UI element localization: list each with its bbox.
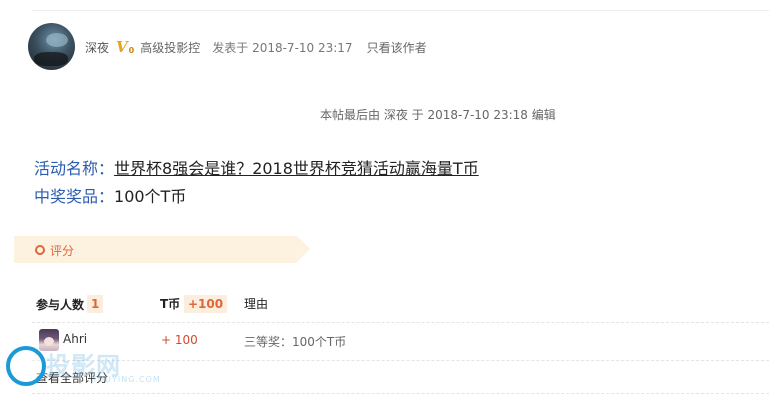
rating-banner: 评分: [14, 236, 310, 263]
vip-badge-level: 0: [128, 46, 135, 55]
avatar-highlight: [46, 33, 68, 47]
user-level[interactable]: 高级投影控: [140, 39, 200, 56]
rating-row-divider: [32, 360, 769, 361]
post-timestamp: 发表于 2018-7-10 23:17: [212, 40, 353, 55]
rater-score: + 100: [161, 333, 198, 347]
activity-label: 活动名称：: [34, 159, 115, 178]
rating-row-divider: [32, 322, 769, 323]
author-avatar[interactable]: [28, 23, 75, 70]
rater-name[interactable]: Ahri: [63, 332, 87, 346]
avatar-shadow: [34, 52, 68, 66]
prize-value: 100个T币: [114, 187, 187, 206]
rating-circle-icon: [35, 245, 45, 255]
participants-label: 参与人数: [36, 297, 85, 312]
rating-footer-divider: [32, 393, 769, 394]
vip-badge-icon: V 0: [116, 38, 135, 56]
rating-banner-label: 评分: [50, 244, 75, 258]
rater-avatar[interactable]: [39, 329, 59, 351]
participants-count-badge: 1: [87, 295, 104, 313]
vip-badge-letter: V: [116, 38, 128, 56]
reason-column-label: 理由: [244, 297, 269, 311]
activity-link[interactable]: 世界杯8强会是谁？2018世界杯竞猜活动赢海量T币: [114, 159, 479, 178]
author-name[interactable]: 深夜: [85, 39, 109, 56]
edit-note: 本帖最后由 深夜 于 2018-7-10 23:18 编辑: [320, 108, 556, 122]
post-meta: 深夜 V 0 高级投影控 发表于 2018-7-10 23:17 只看该作者: [85, 38, 427, 56]
rater-reason: 三等奖：100个T币: [244, 335, 347, 349]
prize-label: 中奖奖品：: [34, 187, 115, 206]
rater-avatar-face: [44, 337, 54, 346]
tcoin-total-badge: +100: [184, 295, 228, 313]
tcoin-column-label: T币: [160, 297, 181, 311]
only-author-link[interactable]: 只看该作者: [367, 39, 427, 56]
activity-line: 活动名称：世界杯8强会是谁？2018世界杯竞猜活动赢海量T币: [34, 158, 479, 180]
prize-line: 中奖奖品：100个T币: [34, 186, 186, 208]
top-divider: [32, 10, 769, 11]
rating-banner-arrow: [297, 236, 310, 262]
view-all-ratings-link[interactable]: 查看全部评分: [36, 369, 108, 386]
